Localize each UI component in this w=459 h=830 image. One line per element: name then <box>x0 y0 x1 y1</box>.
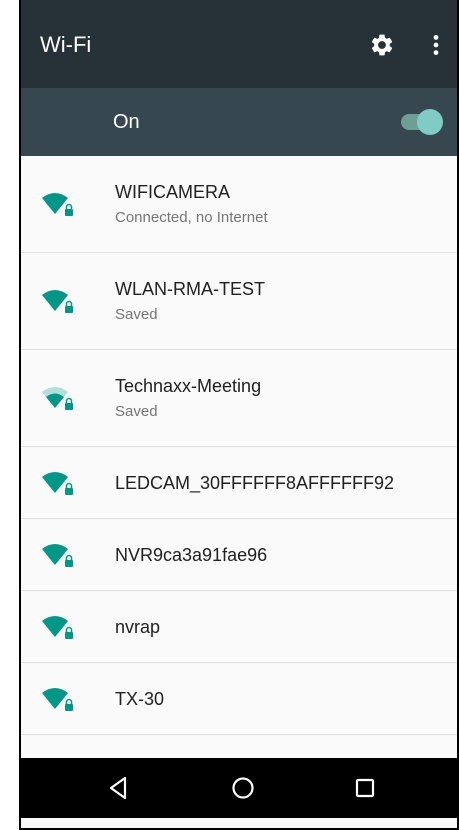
network-row[interactable]: Technaxx-Meeting Saved <box>21 350 459 447</box>
wifi-master-switch-bar[interactable]: On <box>21 88 459 156</box>
network-row[interactable]: WLAN-RMA-TEST Saved <box>21 253 459 350</box>
back-triangle-icon[interactable] <box>105 774 133 802</box>
network-row[interactable]: WIFICAMERA Connected, no Internet <box>21 156 459 253</box>
wifi-signal-full-locked-icon <box>42 688 73 711</box>
app-bar: Wi-Fi <box>21 0 459 88</box>
app-title: Wi-Fi <box>40 32 92 57</box>
network-ssid: LEDCAM_30FFFFFF8AFFFFFF92 <box>115 473 395 493</box>
network-ssid: TX-30 <box>115 689 165 709</box>
wifi-toggle[interactable] <box>397 108 443 136</box>
network-ssid: WLAN-RMA-TEST <box>115 279 265 299</box>
network-status: Saved <box>115 403 158 420</box>
wifi-signal-full-locked-icon <box>42 544 73 567</box>
wifi-signal-full-locked-icon <box>42 472 73 495</box>
gear-icon[interactable] <box>369 32 395 58</box>
network-row[interactable]: TX-30 <box>21 663 459 735</box>
network-ssid: WIFICAMERA <box>115 182 230 202</box>
wifi-signal-full-locked-icon <box>42 290 73 313</box>
wifi-signal-medium-locked-icon <box>42 387 73 410</box>
recent-square-icon[interactable] <box>351 774 379 802</box>
network-row[interactable]: nvrap <box>21 591 459 663</box>
network-row[interactable]: LEDCAM_30FFFFFF8AFFFFFF92 <box>21 447 459 519</box>
wifi-signal-full-locked-icon <box>42 193 73 216</box>
home-circle-icon[interactable] <box>229 774 257 802</box>
network-ssid: nvrap <box>115 617 161 637</box>
screenshot-frame: Wi-Fi On WIFICAMERA Connected, no Intern… <box>0 0 459 830</box>
switch-label: On <box>113 111 140 133</box>
network-status: Saved <box>115 306 158 323</box>
phone-screen: Wi-Fi On WIFICAMERA Connected, no Intern… <box>19 0 459 830</box>
more-vert-icon[interactable] <box>423 32 449 58</box>
network-ssid: NVR9ca3a91fae96 <box>115 545 268 565</box>
wifi-signal-full-locked-icon <box>42 616 73 639</box>
network-ssid: Technaxx-Meeting <box>115 376 262 396</box>
system-navigation-bar <box>21 758 459 818</box>
toggle-thumb <box>417 109 443 135</box>
network-row[interactable]: NVR9ca3a91fae96 <box>21 519 459 591</box>
network-list: WIFICAMERA Connected, no Internet WLAN-R… <box>21 156 459 735</box>
network-status: Connected, no Internet <box>115 209 268 226</box>
